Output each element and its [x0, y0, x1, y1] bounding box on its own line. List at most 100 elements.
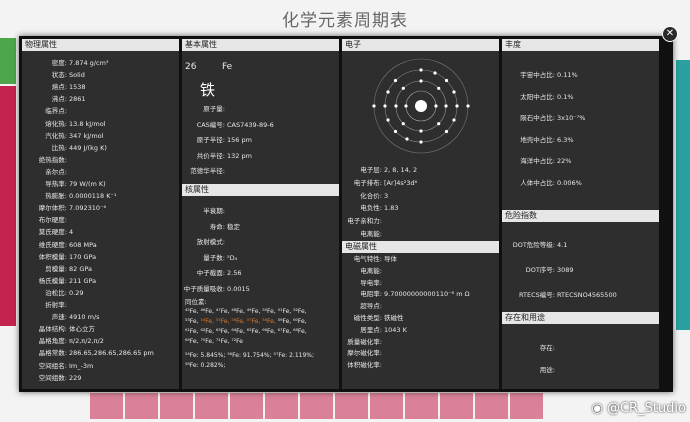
abundance-panel: 丰度 宇宙中占比: 0.11% 太阳中占比: 0.1% 陨石中占比: 3x10⁻⁷% 地壳中… [502, 39, 659, 389]
element-name: 铁 [200, 81, 216, 99]
property-value: 132 pm [227, 151, 252, 160]
property-value: 3 [384, 191, 389, 200]
property-label: DOT危险等级: [512, 241, 555, 249]
property-value: 7.874 g/cm³ [69, 59, 109, 67]
bg-bottom-tiles [90, 393, 543, 419]
property-label: 热膨胀: [45, 192, 67, 201]
property-label: CAS编号: [196, 120, 225, 129]
isotope-line: ⁴⁵Fe, ⁴⁶Fe, ⁴⁷Fe, ⁴⁸Fe, ⁴⁹Fe, ⁵⁰Fe, ⁵¹Fe… [185, 308, 307, 315]
property-value: 0.006% [557, 178, 582, 187]
property-value: 0.0015 [227, 284, 250, 293]
property-label: 化合价: [360, 191, 382, 200]
bg-tile [230, 393, 263, 419]
section-header: 电磁属性 [342, 241, 499, 253]
isotope-list: ⁴⁵Fe, ⁴⁶Fe, ⁴⁷Fe, ⁴⁸Fe, ⁴⁹Fe, ⁵⁰Fe, ⁵¹Fe… [185, 307, 339, 371]
property-value: 稳定 [227, 222, 240, 231]
property-label: 布尔硬度: [38, 216, 67, 225]
section-header: 危险指数 [502, 210, 659, 222]
property-label: 存在: [539, 344, 555, 352]
element-symbol: Fe [222, 62, 233, 72]
section-header: 丰度 [502, 39, 659, 51]
property-value: 体心立方 [69, 325, 95, 334]
property-label: 电离能: [360, 266, 382, 275]
property-value: 4910 m/s [69, 313, 100, 322]
property-label: 地壳中占比: [520, 135, 555, 144]
property-label: 晶格常数: [38, 349, 67, 358]
property-value: 4 [69, 228, 74, 237]
property-label: 范德华半径: [190, 167, 225, 175]
property-label: 声速: [51, 313, 67, 322]
property-label: 居里点: [360, 325, 382, 334]
bg-tile [440, 393, 473, 419]
property-value: 0.29 [69, 288, 84, 297]
property-label: 比热: [51, 143, 67, 152]
property-label: 电子亲和力: [347, 217, 382, 226]
property-label: 维氏硬度: [38, 240, 67, 249]
property-label: 磁性类型: [353, 314, 382, 322]
property-label: 中子质量吸收: [183, 284, 225, 293]
property-label: 电阻率: [360, 290, 382, 299]
isotope-line: ⁵³Fe, ⁵⁴Fe, ⁵⁵Fe, ⁵⁶Fe, ⁵⁷Fe, ⁵⁸Fe, ⁵⁹Fe… [185, 317, 339, 327]
property-label: 电子层: [360, 166, 382, 174]
section-header: 核属性 [182, 184, 339, 196]
property-value: 79 W/(m K) [69, 180, 106, 188]
property-value: 3089 [557, 266, 574, 274]
property-value: 0.1% [557, 92, 574, 101]
page-title: 化学元素周期表 [282, 11, 408, 31]
property-label: 剪模量: [45, 264, 67, 273]
property-label: 陨石中占比: [520, 114, 555, 122]
property-label: 临界点: [45, 107, 67, 116]
property-value: 211 GPa [69, 276, 97, 285]
property-label: 半衰期: [203, 207, 225, 215]
isotope-abundance: ⁵⁴Fe: 5.845%; ⁵⁶Fe: 91.754%; ⁵⁷Fe: 2.119… [185, 352, 314, 359]
property-value: 导体 [384, 255, 397, 263]
property-value: 6.3% [557, 135, 574, 144]
property-label: 导热率: [45, 180, 67, 188]
section-header: 物理属性 [22, 39, 179, 51]
stable-isotopes: ⁵⁴Fe, ⁵⁵Fe, ⁵⁶Fe, ⁵⁷Fe, ⁵⁸Fe, [200, 318, 276, 325]
property-label: 绝热指数: [38, 155, 67, 164]
property-label: 晶体结构: [38, 325, 67, 334]
property-label: 超导点: [360, 302, 382, 311]
property-label: 电子排布: [353, 178, 382, 187]
isotope-line: ⁶⁹Fe, ⁷⁰Fe, ⁷¹Fe, ⁷²Fe [185, 338, 243, 345]
property-label: 杨氏模量: [38, 276, 67, 285]
bg-tile [125, 393, 158, 419]
property-label: 宇宙中占比: [520, 71, 555, 79]
property-label: 电气特性: [353, 255, 382, 263]
property-label: 汽化热: [45, 131, 67, 140]
property-value: 229 [69, 373, 82, 382]
property-value: 156 pm [227, 136, 252, 144]
property-value: 13.8 kJ/mol [69, 119, 106, 128]
property-label: 原子量: [203, 105, 225, 113]
property-value: 1.83 [384, 204, 399, 213]
property-value: Im_-3m [69, 361, 94, 370]
property-label: 晶格角度: [38, 337, 67, 346]
property-label: 中子截面: [196, 269, 225, 277]
section-header: 电子 [342, 39, 499, 51]
property-label: 体积磁化率: [347, 361, 382, 370]
weibo-icon: ◉ [591, 401, 603, 416]
property-label: 电离能: [360, 230, 382, 238]
property-label: 人体中占比: [520, 178, 555, 187]
section-header: 基本属性 [182, 39, 339, 51]
property-label: 放射模式: [196, 238, 225, 246]
property-value: RTECSNO4565500 [557, 291, 617, 299]
property-value: Solid [69, 71, 85, 80]
bg-tile [370, 393, 403, 419]
property-label: 熔点: [51, 83, 67, 92]
atomic-number: 26 [185, 62, 197, 72]
property-label: 太阳中占比: [520, 92, 555, 101]
property-label: 摩尔体积: [38, 204, 67, 213]
property-value: 286.65,286.65,286.65 pm [69, 349, 154, 358]
property-value: 608 MPa [69, 240, 97, 249]
property-label: 电负性: [360, 204, 382, 213]
property-label: 熔化热: [45, 119, 67, 128]
property-label: 泊松比: [45, 288, 67, 297]
property-label: 亲尔点: [45, 167, 67, 176]
close-button[interactable]: ✕ [662, 26, 678, 42]
property-label: 空间组数: [38, 373, 67, 382]
property-label: 密度: [51, 59, 67, 67]
property-label: 空间组名: [38, 361, 67, 370]
property-value: 449 J/(kg K) [69, 143, 107, 152]
